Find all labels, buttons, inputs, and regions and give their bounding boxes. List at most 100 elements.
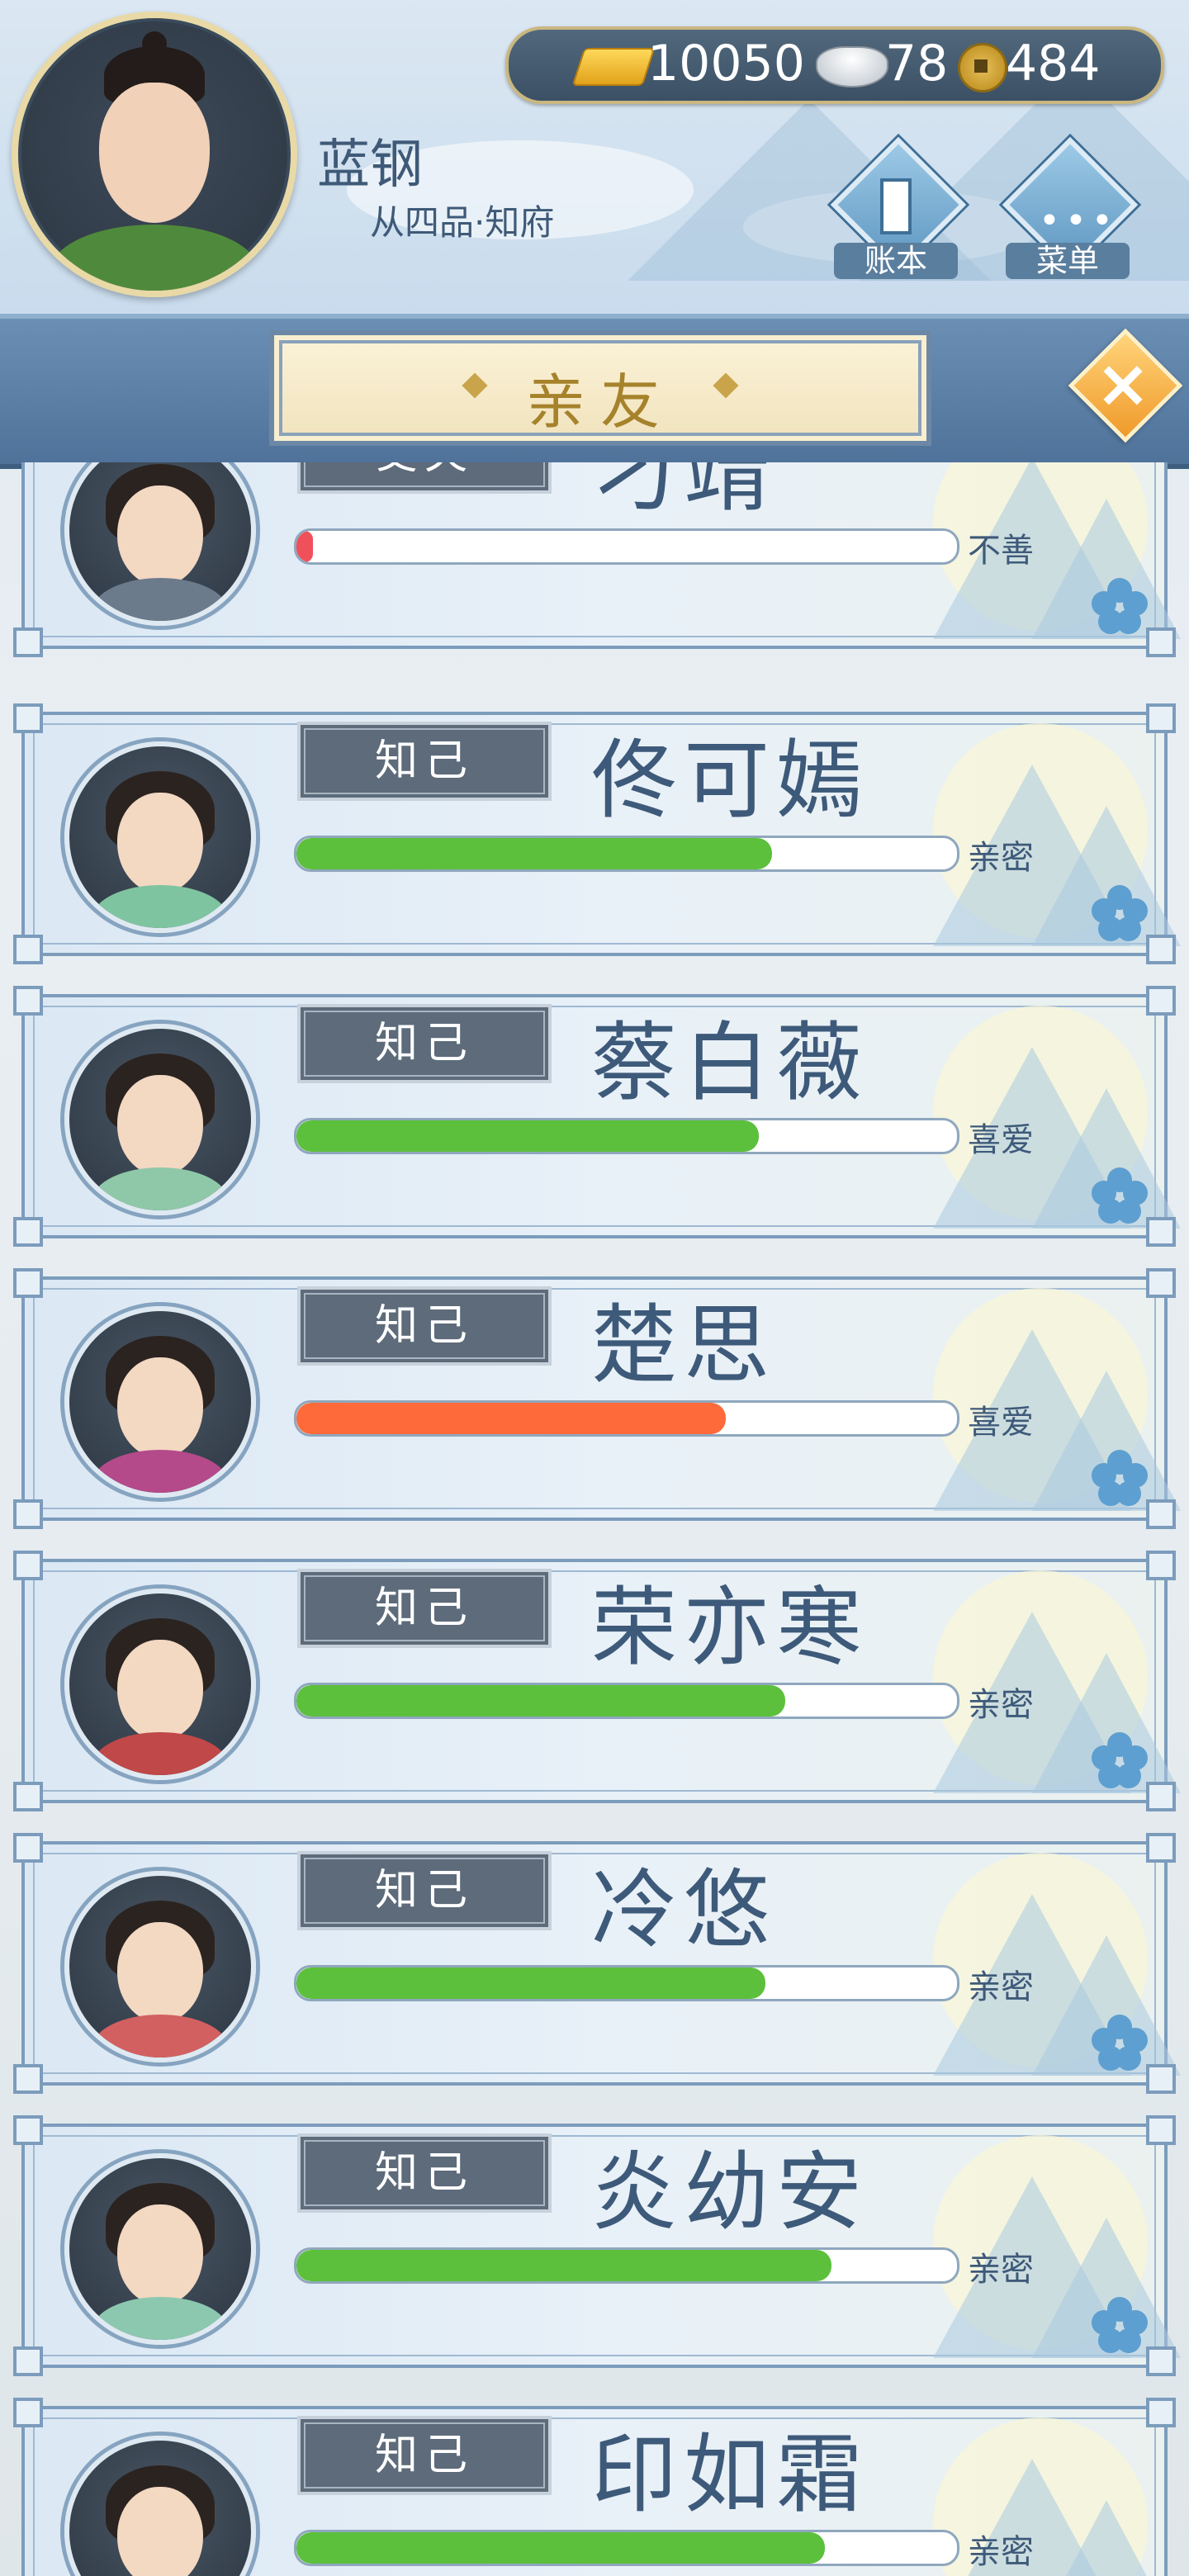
affinity-bar-fill	[296, 531, 313, 562]
face-shape	[117, 1075, 203, 1176]
plum-flower-icon	[1092, 1450, 1148, 1506]
affinity-bar	[294, 1965, 959, 2001]
friend-card[interactable]: 知己 蔡白薇 喜爱	[13, 986, 1181, 1247]
corner-ornament	[1146, 703, 1176, 733]
face-shape	[117, 2204, 203, 2305]
corner-ornament	[13, 2115, 43, 2145]
friend-list[interactable]: 丈夫 刁靖 不善 知己 佟可嫣	[0, 462, 1189, 2576]
friend-card[interactable]: 知己 楚思 喜爱	[13, 1268, 1181, 1529]
friend-name: 佟可嫣	[591, 730, 869, 831]
friend-name: 蔡白薇	[591, 1012, 869, 1113]
affinity-bar	[294, 2530, 959, 2566]
corner-ornament	[1146, 1499, 1176, 1529]
friend-avatar[interactable]	[64, 1306, 256, 1498]
corner-ornament	[13, 986, 43, 1016]
relation-tag: 知己	[297, 1569, 552, 1648]
affinity-bar	[294, 2247, 959, 2284]
affinity-status: 喜爱	[968, 1404, 1034, 1442]
player-name: 蓝钢	[317, 135, 423, 196]
close-button[interactable]: ×	[1068, 328, 1183, 443]
corner-ornament	[1146, 1833, 1176, 1863]
page-title: 亲友	[525, 367, 675, 437]
corner-ornament	[13, 2398, 43, 2427]
coin-amount: 484	[1006, 35, 1101, 92]
resource-bar: 10050 78 484	[505, 26, 1164, 104]
friend-card[interactable]: 知己 印如霜 亲密	[13, 2398, 1181, 2576]
menu-label: 菜单	[1006, 243, 1130, 279]
player-avatar[interactable]	[12, 12, 297, 297]
ledger-button[interactable]: 账本	[826, 136, 967, 281]
robe-shape	[92, 1167, 228, 1210]
ledger-label: 账本	[834, 243, 958, 279]
plum-flower-icon	[1092, 2015, 1148, 2071]
relation-tag: 知己	[297, 2416, 552, 2495]
gold-ingot-icon	[571, 48, 656, 86]
affinity-bar-fill	[296, 1968, 765, 1999]
affinity-bar	[294, 1118, 959, 1154]
book-icon	[880, 178, 912, 234]
corner-ornament	[13, 703, 43, 733]
friend-card[interactable]: 知己 冷悠 亲密	[13, 1833, 1181, 2094]
silver-amount: 78	[885, 35, 949, 92]
corner-ornament	[1146, 2064, 1176, 2094]
corner-ornament	[13, 627, 43, 657]
copper-coin-icon	[958, 43, 1007, 92]
relation-tag: 知己	[297, 722, 552, 801]
gold-amount: 10050	[647, 35, 805, 92]
affinity-status: 喜爱	[968, 1121, 1034, 1159]
face-shape	[117, 485, 203, 586]
robe-shape	[92, 2297, 228, 2340]
corner-ornament	[13, 1551, 43, 1580]
friend-card[interactable]: 知己 荣亦寒 亲密	[13, 1551, 1181, 1811]
plum-flower-icon	[1092, 578, 1148, 634]
robe-shape	[92, 1732, 228, 1775]
plum-flower-icon	[1092, 1732, 1148, 1788]
affinity-status: 亲密	[968, 839, 1034, 877]
friend-avatar[interactable]	[64, 2153, 256, 2345]
affinity-bar-fill	[296, 838, 772, 869]
friend-card[interactable]: 知己 佟可嫣 亲密	[13, 703, 1181, 964]
face-shape	[117, 1640, 203, 1740]
player-rank: 从四品·知府	[370, 202, 555, 243]
affinity-bar	[294, 1683, 959, 1719]
friend-avatar[interactable]	[64, 741, 256, 933]
friend-name: 冷悠	[591, 1859, 777, 1960]
affinity-status: 亲密	[968, 1968, 1034, 2006]
affinity-status: 不善	[968, 532, 1034, 570]
affinity-bar-fill	[296, 1685, 785, 1717]
friend-card[interactable]: 丈夫 刁靖 不善	[13, 462, 1181, 657]
corner-ornament	[1146, 1268, 1176, 1298]
friend-card[interactable]: 知己 炎幼安 亲密	[13, 2115, 1181, 2376]
relation-tag: 知己	[297, 1286, 552, 1366]
title-plate: 亲友	[269, 330, 931, 446]
affinity-status: 亲密	[968, 2533, 1034, 2571]
friend-avatar[interactable]	[64, 462, 256, 626]
friend-avatar[interactable]	[64, 1024, 256, 1215]
affinity-bar	[294, 1400, 959, 1437]
friend-name: 印如霜	[591, 2424, 869, 2525]
friend-name: 荣亦寒	[591, 1577, 869, 1678]
corner-ornament	[1146, 627, 1176, 657]
corner-ornament	[1146, 1551, 1176, 1580]
affinity-bar-fill	[296, 1403, 726, 1434]
affinity-bar	[294, 528, 959, 565]
friend-avatar[interactable]	[64, 1871, 256, 2062]
relation-tag: 丈夫	[297, 462, 552, 494]
close-icon: ×	[1095, 345, 1151, 422]
friend-avatar[interactable]	[64, 1589, 256, 1780]
robe-shape	[92, 1450, 228, 1493]
menu-button[interactable]: ••• 菜单	[997, 136, 1139, 281]
relation-tag: 知己	[297, 1851, 552, 1930]
corner-ornament	[13, 1217, 43, 1247]
corner-ornament	[1146, 2346, 1176, 2376]
affinity-bar-fill	[296, 2532, 825, 2564]
robe-shape	[92, 578, 228, 621]
friend-name: 炎幼安	[591, 2142, 869, 2242]
face-shape	[117, 1922, 203, 2023]
corner-ornament	[13, 1782, 43, 1811]
mountain-decoration	[1032, 2500, 1181, 2576]
plum-flower-icon	[1092, 885, 1148, 941]
more-dots-icon: •••	[1039, 200, 1118, 242]
friend-avatar[interactable]	[64, 2436, 256, 2576]
affinity-status: 亲密	[968, 2251, 1034, 2289]
